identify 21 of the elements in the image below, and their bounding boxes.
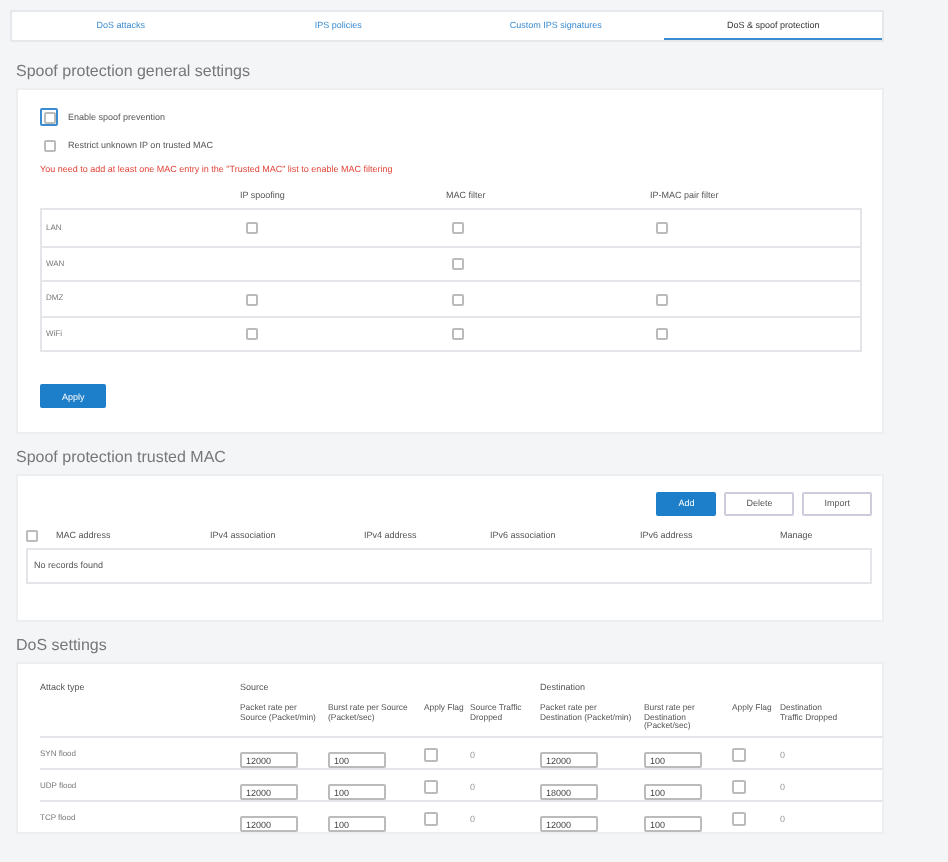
checkbox[interactable] xyxy=(424,812,438,826)
checkbox[interactable] xyxy=(424,748,438,762)
checkbox[interactable] xyxy=(246,293,258,306)
section-title: Spoof protection trusted MAC xyxy=(16,447,228,466)
checkbox[interactable] xyxy=(656,328,668,341)
checkbox[interactable] xyxy=(656,293,668,306)
checkbox[interactable] xyxy=(452,258,464,271)
checkbox[interactable] xyxy=(656,222,668,235)
section-title: DoS settings xyxy=(16,635,109,654)
checkbox[interactable] xyxy=(732,812,746,826)
checkbox[interactable] xyxy=(452,328,464,341)
section-title: Spoof protection general settings xyxy=(16,62,252,80)
checkbox[interactable] xyxy=(246,328,258,341)
checkbox[interactable] xyxy=(732,780,746,794)
checkbox[interactable] xyxy=(246,222,258,235)
checkbox[interactable] xyxy=(26,529,38,542)
checkbox[interactable] xyxy=(452,222,464,235)
checkbox[interactable] xyxy=(452,293,464,306)
checkbox[interactable] xyxy=(424,780,438,794)
checkbox[interactable] xyxy=(43,139,55,151)
checkbox[interactable] xyxy=(732,748,746,762)
